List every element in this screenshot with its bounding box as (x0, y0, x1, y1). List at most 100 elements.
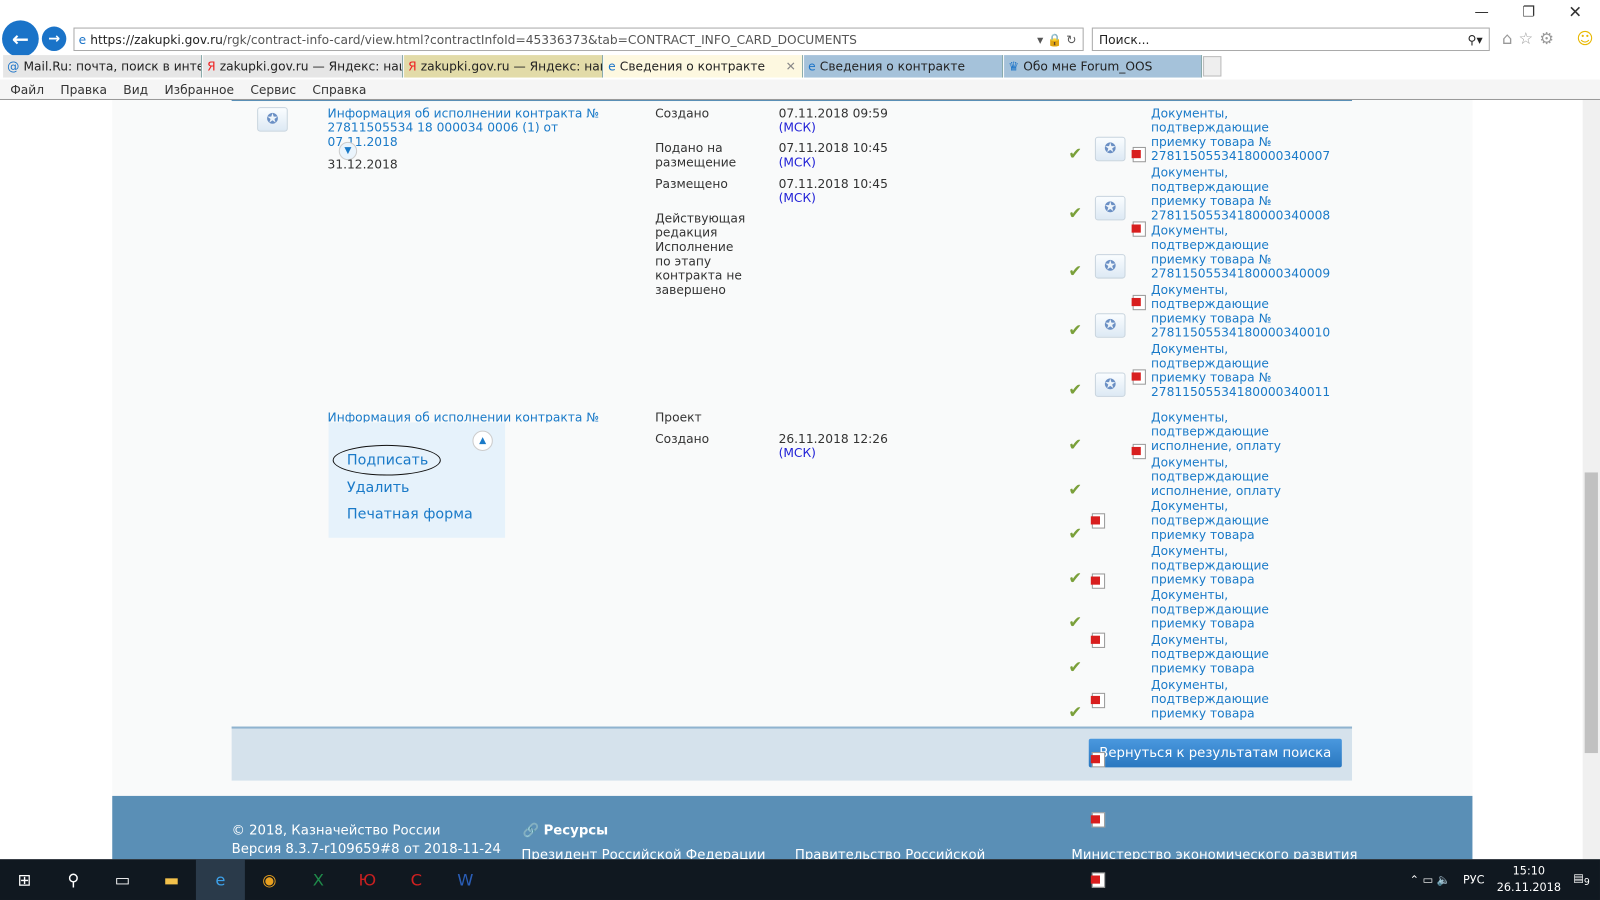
document-link[interactable]: Документы, подтверждающие исполнение, оп… (1151, 455, 1314, 498)
hand-drawn-circle-annotation (332, 444, 441, 476)
app-icon[interactable]: Ю (343, 859, 392, 900)
link-icon: 🔗 (522, 823, 539, 839)
record2-title-link[interactable]: Информация об исполнении контракта № (328, 410, 599, 422)
ie-icon: e (808, 59, 816, 74)
smiley-icon[interactable]: ☺ (1577, 29, 1594, 48)
back-to-results-button[interactable]: Вернуться к результатам поиска (1088, 738, 1342, 768)
browser-tab[interactable]: @Mail.Ru: почта, поиск в интер... (3, 55, 203, 78)
yandex-icon: Я (207, 59, 216, 74)
status-time: 07.11.2018 09:59 (МСК) (778, 106, 888, 135)
notifications-icon[interactable]: ▤9 (1573, 871, 1590, 888)
pdf-icon[interactable] (1090, 632, 1106, 649)
menu-item[interactable]: Правка (60, 82, 107, 96)
pdf-icon[interactable] (1090, 752, 1106, 768)
browser-tab[interactable]: e Сведения о контракте (804, 55, 1004, 78)
action-panel: Вернуться к результатам поиска (231, 726, 1353, 781)
pdf-icon[interactable] (1090, 692, 1106, 708)
check-icon: ✔ (1068, 261, 1083, 282)
new-tab-button[interactable] (1203, 56, 1222, 77)
close-tab-icon[interactable]: ✕ (786, 59, 796, 73)
menu-item[interactable]: Избранное (164, 82, 234, 96)
check-icon: ✔ (1068, 143, 1083, 164)
browser-tab[interactable]: e Сведения о контракте ✕ (604, 55, 804, 78)
document-link[interactable]: Документы, подтверждающие приемку товара… (1151, 106, 1330, 163)
tray-icons[interactable]: ⌃ ▭ 🔈 (1410, 873, 1451, 886)
record1-date: 31.12.2018 (327, 157, 398, 172)
pdf-icon[interactable] (1131, 295, 1146, 311)
action-delete[interactable]: Удалить (347, 479, 409, 495)
check-icon: ✔ (1068, 379, 1083, 399)
pdf-icon[interactable] (1131, 443, 1146, 459)
document-link[interactable]: Документы, подтверждающие приемку товара (1151, 499, 1314, 542)
ie-icon: e (608, 59, 616, 74)
certificate-icon[interactable]: ✪ (1094, 372, 1126, 397)
taskbar: ⊞ ⚲ ▭ ▬ e ◉ X Ю C W ⌃ ▭ 🔈 РУС 15:10 26.11… (0, 859, 1600, 900)
menu-item[interactable]: Сервис (250, 82, 296, 96)
certificate-icon[interactable]: ✪ (1094, 313, 1126, 338)
task-view-icon[interactable]: ▭ (98, 859, 147, 900)
certificate-icon[interactable]: ✪ (1094, 136, 1126, 162)
search-icon[interactable]: ⚲ (49, 859, 98, 900)
certificate-icon[interactable]: ✪ (257, 107, 288, 132)
check-icon: ✔ (1068, 523, 1083, 544)
version: Версия 8.3.7-r109659#8 от 2018-11-24 (231, 841, 501, 858)
document-link[interactable]: Документы, подтверждающие приемку товара (1151, 633, 1314, 676)
certificate-icon[interactable]: ✪ (1094, 195, 1126, 221)
clock[interactable]: 15:10 26.11.2018 (1497, 863, 1561, 896)
certificate-icon[interactable]: ✪ (1094, 254, 1126, 279)
document-link[interactable]: Документы, подтверждающие приемку товара… (1151, 165, 1330, 222)
forward-button[interactable]: → (41, 26, 67, 52)
ie-taskbar-icon[interactable]: e (195, 859, 245, 900)
document-link[interactable]: Документы, подтверждающие приемку товара… (1151, 224, 1330, 281)
status-label: Действующая редакция Исполнение по этапу… (655, 211, 746, 297)
pdf-icon[interactable] (1090, 872, 1106, 888)
refresh-icon[interactable]: ▾ 🔒 ↻ (1037, 32, 1076, 46)
menu-bar: Файл Правка Вид Избранное Сервис Справка (0, 79, 1600, 100)
app2-icon[interactable]: C (392, 859, 441, 900)
collapse-button[interactable]: ▲ (472, 430, 493, 452)
document-link[interactable]: Документы, подтверждающие приемку товара (1151, 544, 1314, 587)
start-icon[interactable]: ⊞ (0, 859, 49, 900)
document-link[interactable]: Документы, подтверждающие приемку товара… (1151, 283, 1330, 340)
document-link[interactable]: Документы, подтверждающие приемку товара (1151, 677, 1314, 720)
menu-item[interactable]: Вид (123, 82, 148, 96)
search-input[interactable]: Поиск... ⚲▾ (1091, 27, 1490, 52)
pdf-icon[interactable] (1090, 573, 1106, 589)
copyright: © 2018, Казначейство России (231, 823, 441, 839)
status-label: Создано (655, 106, 710, 121)
check-icon: ✔ (1068, 479, 1083, 499)
browser-tab[interactable]: Яzakupki.gov.ru — Яндекс: наш... (203, 55, 404, 78)
search-icon[interactable]: ⚲▾ (1468, 33, 1483, 47)
action-print-form[interactable]: Печатная форма (347, 506, 473, 522)
status-time: 26.11.2018 12:26 (МСК) (778, 431, 888, 461)
address-bar[interactable]: e https://zakupki.gov.ru/rgk/contract-in… (73, 27, 1084, 52)
pdf-icon[interactable] (1131, 146, 1146, 163)
menu-item[interactable]: Файл (10, 82, 44, 96)
scrollbar-thumb[interactable] (1584, 472, 1598, 754)
record1-title-link[interactable]: Информация об исполнении контракта № 278… (328, 106, 604, 149)
home-star-gear-icons[interactable]: ⌂☆⚙ (1502, 29, 1560, 48)
scrollbar[interactable] (1582, 99, 1600, 860)
document-link[interactable]: Документы, подтверждающие исполнение, оп… (1151, 410, 1314, 453)
check-icon: ✔ (1068, 612, 1083, 633)
back-button[interactable]: ← (2, 20, 39, 58)
browser-tab[interactable]: ♛ Обо мне Forum_OOS (1004, 55, 1203, 78)
explorer-icon[interactable]: ▬ (147, 859, 196, 900)
menu-item[interactable]: Справка (312, 82, 366, 96)
excel-icon[interactable]: X (294, 859, 343, 900)
status-label: Проект (655, 410, 702, 425)
pdf-icon[interactable] (1131, 369, 1146, 385)
document-link[interactable]: Документы, подтверждающие приемку товара… (1151, 342, 1330, 399)
chrome-icon[interactable]: ◉ (245, 859, 294, 900)
pdf-icon[interactable] (1090, 812, 1106, 828)
minimize-button[interactable]: — (1474, 4, 1488, 20)
document-link[interactable]: Документы, подтверждающие приемку товара (1151, 588, 1314, 631)
pdf-icon[interactable] (1090, 513, 1106, 529)
close-button[interactable]: ✕ (1568, 2, 1582, 21)
restore-button[interactable]: ❐ (1522, 4, 1535, 20)
ie-icon: e (78, 32, 87, 47)
word-icon[interactable]: W (441, 859, 490, 900)
browser-tab[interactable]: Яzakupki.gov.ru — Яндекс: наш... (404, 55, 604, 78)
language-indicator[interactable]: РУС (1463, 873, 1484, 886)
pdf-icon[interactable] (1131, 221, 1146, 237)
